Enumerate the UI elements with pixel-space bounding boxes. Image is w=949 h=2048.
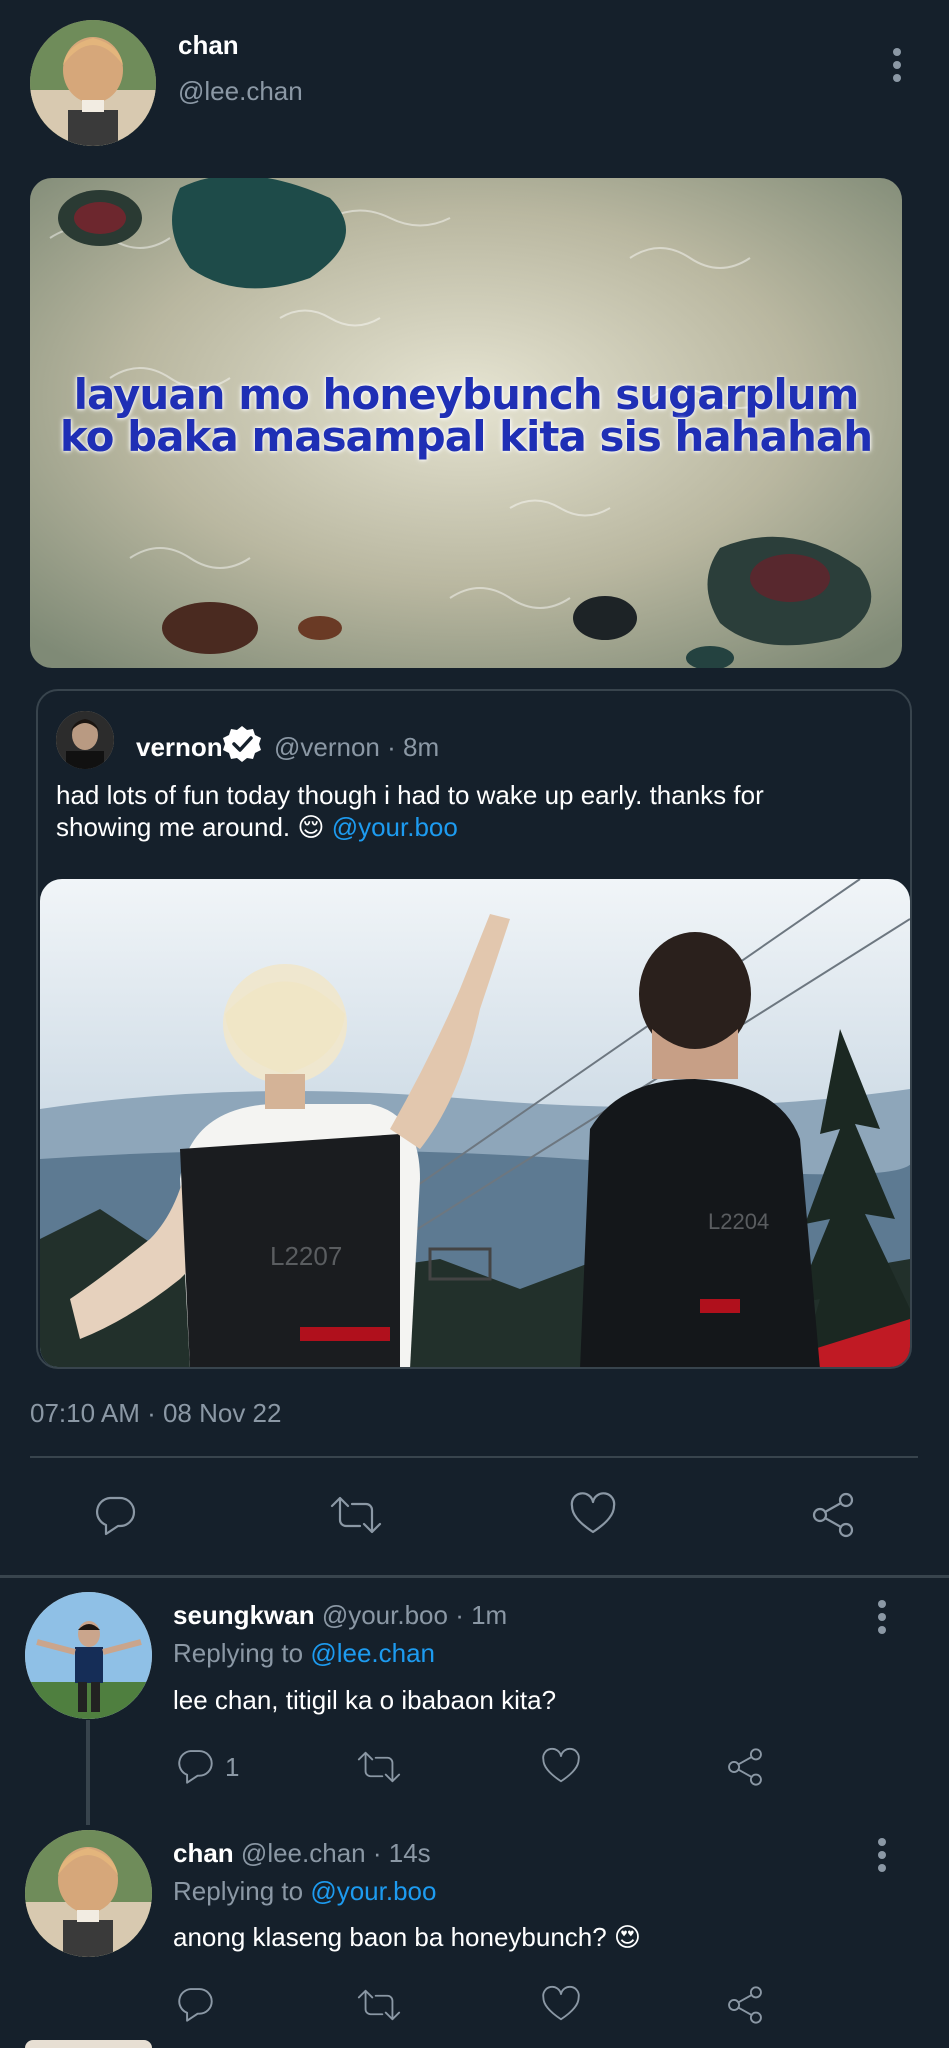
share-button[interactable] [808,1490,858,1540]
reply-button[interactable] [90,1490,140,1540]
reply-icon [178,1988,213,2022]
heart-icon [542,1747,580,1783]
thread-line [86,1720,90,1825]
heart-icon [570,1492,616,1534]
divider [30,1456,918,1458]
mountain-photo-image [40,879,910,1367]
retweet-icon [330,1496,382,1534]
reply-more-options-icon[interactable] [877,1838,887,1872]
share-icon [728,1748,762,1786]
reply-count: 1 [225,1752,240,1782]
quoted-tweet-card[interactable]: vernon @vernon · 8m had lots of fun toda… [36,689,912,1369]
share-icon [728,1986,762,2024]
reply-retweet-button[interactable] [355,1984,403,2028]
reply-header: seungkwan @your.boo · 1m [173,1600,507,1631]
vernon-avatar-image [56,711,114,769]
seungkwan-avatar-image [25,1592,152,1719]
replying-to-line: Replying to @your.boo [173,1876,436,1907]
replying-to-label: Replying to [173,1876,304,1906]
tweet-media-image[interactable]: layuan mo honeybunch sugarplum ko baka m… [30,178,902,668]
meme-caption: layuan mo honeybunch sugarplum ko baka m… [30,374,902,458]
like-button[interactable] [568,1490,618,1540]
reply-more-options-icon[interactable] [877,1600,887,1634]
verified-badge-icon [222,724,262,764]
more-options-icon[interactable] [892,48,902,82]
reply-icon [96,1496,136,1536]
retweet-button[interactable] [328,1490,384,1540]
avatar-portrait-image [30,20,156,146]
tweet-timestamp[interactable]: 07:10 AM · 08 Nov 22 [30,1398,281,1429]
quoted-text-line2: showing me around. 😌 [56,812,325,842]
quoted-tweet-text: had lots of fun today though i had to wa… [56,779,876,843]
next-reply-avatar-partial[interactable] [25,2040,152,2048]
reply-like-button[interactable] [540,1984,584,2028]
reply-time: · 14s [372,1838,431,1868]
quoted-time: · 8m [387,732,440,762]
retweet-icon [357,1751,401,1783]
reply-like-button[interactable] [540,1746,584,1790]
replying-to-line: Replying to @lee.chan [173,1638,435,1669]
reply-avatar[interactable] [25,1592,152,1719]
quoted-mention-link[interactable]: @your.boo [332,812,458,842]
heart-icon [542,1985,580,2021]
replying-to-label: Replying to [173,1638,304,1668]
meme-caption-line2: ko baka masampal kita sis hahahah [59,412,873,461]
section-divider [0,1575,949,1578]
replying-to-link[interactable]: @your.boo [310,1876,436,1906]
reply-retweet-button[interactable] [355,1746,403,1790]
reply-header: chan @lee.chan · 14s [173,1838,431,1869]
quoted-handle-text[interactable]: @vernon [274,732,380,762]
author-name[interactable]: chan [178,30,239,61]
reply-author-handle[interactable]: @lee.chan [241,1838,366,1868]
share-icon [812,1492,854,1538]
meme-caption-line1: layuan mo honeybunch sugarplum [73,370,860,419]
reply-reply-button[interactable]: 1 [173,1744,253,1788]
retweet-icon [357,1989,401,2021]
quoted-author-name[interactable]: vernon [136,732,223,763]
quoted-text-line1: had lots of fun today though i had to wa… [56,780,764,810]
quoted-tweet-media[interactable]: L2207 L2204 [40,879,910,1367]
reply-share-button[interactable] [724,1746,768,1790]
quoted-author-handle[interactable]: @vernon · 8m [274,732,439,763]
reply-author-handle[interactable]: @your.boo [322,1600,448,1630]
vest-label-left: L2207 [270,1241,343,1271]
chan-avatar-image [25,1830,152,1957]
quoted-author-avatar[interactable] [56,711,114,769]
reply-share-button[interactable] [724,1984,768,2028]
reply-icon [178,1750,213,1784]
author-handle[interactable]: @lee.chan [178,76,303,107]
reply-author-name[interactable]: chan [173,1838,234,1868]
replying-to-link[interactable]: @lee.chan [310,1638,435,1668]
reply-avatar[interactable] [25,1830,152,1957]
reply-text: lee chan, titigil ka o ibabaon kita? [173,1685,557,1715]
reply-reply-button[interactable] [173,1982,217,2026]
vest-label-right: L2204 [708,1209,770,1234]
reply-text: anong klaseng baon ba honeybunch? 😍 [173,1922,642,1952]
reply-time: · 1m [455,1600,508,1630]
reply-author-name[interactable]: seungkwan [173,1600,315,1630]
author-avatar[interactable] [30,20,156,146]
